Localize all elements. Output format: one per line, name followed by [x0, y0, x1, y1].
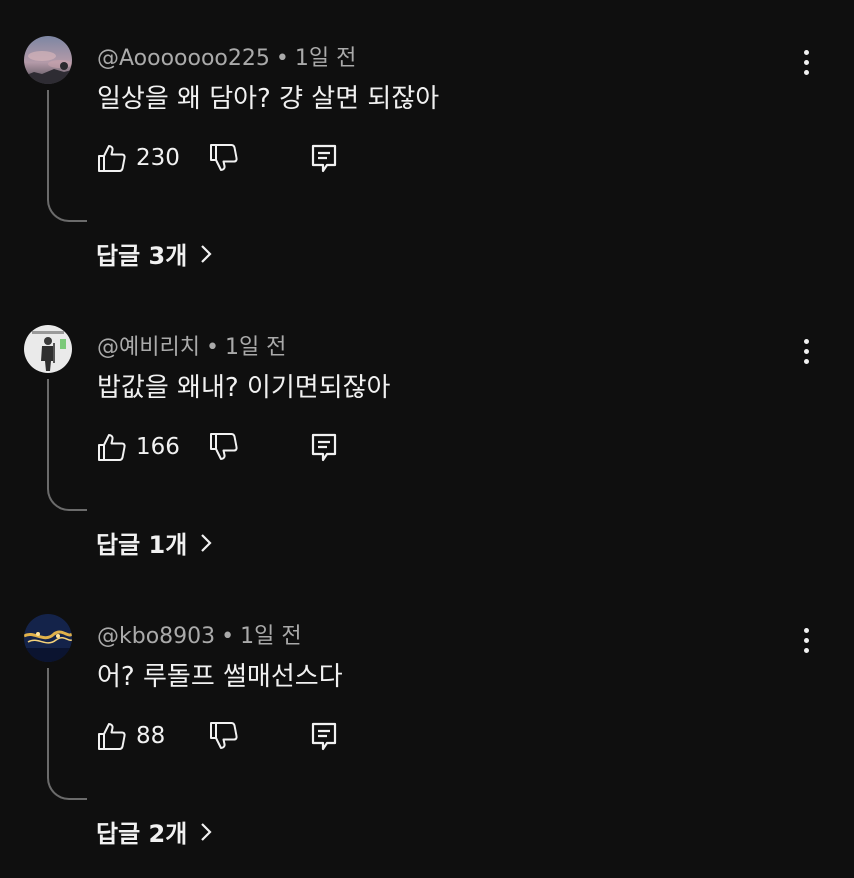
thread-connector	[47, 90, 87, 222]
reply-comment-icon[interactable]	[308, 431, 340, 463]
thumbs-down-icon[interactable]	[208, 431, 240, 463]
thread-connector	[47, 668, 87, 800]
comment-item: @Aooooooo225 • 1일 전 일상을 왜 담아? 걍 살면 되잖아 230…	[0, 0, 854, 289]
thumbs-down-icon[interactable]	[208, 142, 240, 174]
comment-text: 밥값을 왜내? 이기면되잖아	[97, 373, 391, 403]
soldier-figure-avatar-image	[24, 325, 72, 373]
comment-time: 1일 전	[240, 624, 302, 649]
more-vert-icon[interactable]	[790, 335, 822, 367]
comment-time: 1일 전	[294, 46, 357, 71]
more-vert-icon[interactable]	[790, 624, 822, 656]
replies-label: 답글 1개	[96, 531, 188, 559]
night-fireworks-avatar-image	[24, 614, 72, 662]
replies-label: 답글 3개	[96, 242, 188, 270]
author-handle[interactable]: @예비리치	[97, 335, 200, 360]
avatar[interactable]	[24, 36, 72, 84]
more-vert-icon[interactable]	[790, 46, 822, 78]
chevron-right-icon	[201, 244, 212, 263]
thumbs-up-icon[interactable]	[96, 142, 128, 174]
avatar[interactable]	[24, 325, 72, 373]
meta-separator: •	[275, 46, 289, 71]
comment-meta: @Aooooooo225 • 1일 전	[97, 40, 356, 72]
comment-time: 1일 전	[224, 335, 287, 360]
meta-separator: •	[221, 624, 235, 649]
replies-label: 답글 2개	[96, 820, 188, 848]
comment-meta: @kbo8903 • 1일 전	[97, 618, 302, 650]
like-count: 230	[136, 145, 180, 171]
chevron-right-icon	[201, 533, 212, 552]
like-count: 166	[136, 434, 180, 460]
like-count: 88	[136, 723, 166, 749]
thread-connector	[47, 379, 87, 511]
sunset-sky-avatar-image	[24, 36, 72, 84]
view-replies-button[interactable]: 답글 3개	[96, 236, 213, 271]
view-replies-button[interactable]: 답글 2개	[96, 814, 213, 849]
chevron-right-icon	[201, 822, 212, 841]
comment-text: 어? 루돌프 썰매선스다	[97, 662, 343, 692]
comment-item: @kbo8903 • 1일 전 어? 루돌프 썰매선스다 88 답글 2개	[0, 578, 854, 867]
meta-separator: •	[205, 335, 219, 360]
author-handle[interactable]: @Aooooooo225	[97, 46, 270, 71]
thumbs-up-icon[interactable]	[96, 431, 128, 463]
comment-text: 일상을 왜 담아? 걍 살면 되잖아	[97, 84, 440, 114]
comment-meta: @예비리치 • 1일 전	[97, 329, 286, 361]
thumbs-down-icon[interactable]	[208, 720, 240, 752]
view-replies-button[interactable]: 답글 1개	[96, 525, 213, 560]
author-handle[interactable]: @kbo8903	[97, 624, 215, 649]
avatar[interactable]	[24, 614, 72, 662]
reply-comment-icon[interactable]	[308, 720, 340, 752]
comment-item: @예비리치 • 1일 전 밥값을 왜내? 이기면되잖아 166 답글 1개	[0, 289, 854, 578]
reply-comment-icon[interactable]	[308, 142, 340, 174]
thumbs-up-icon[interactable]	[96, 720, 128, 752]
